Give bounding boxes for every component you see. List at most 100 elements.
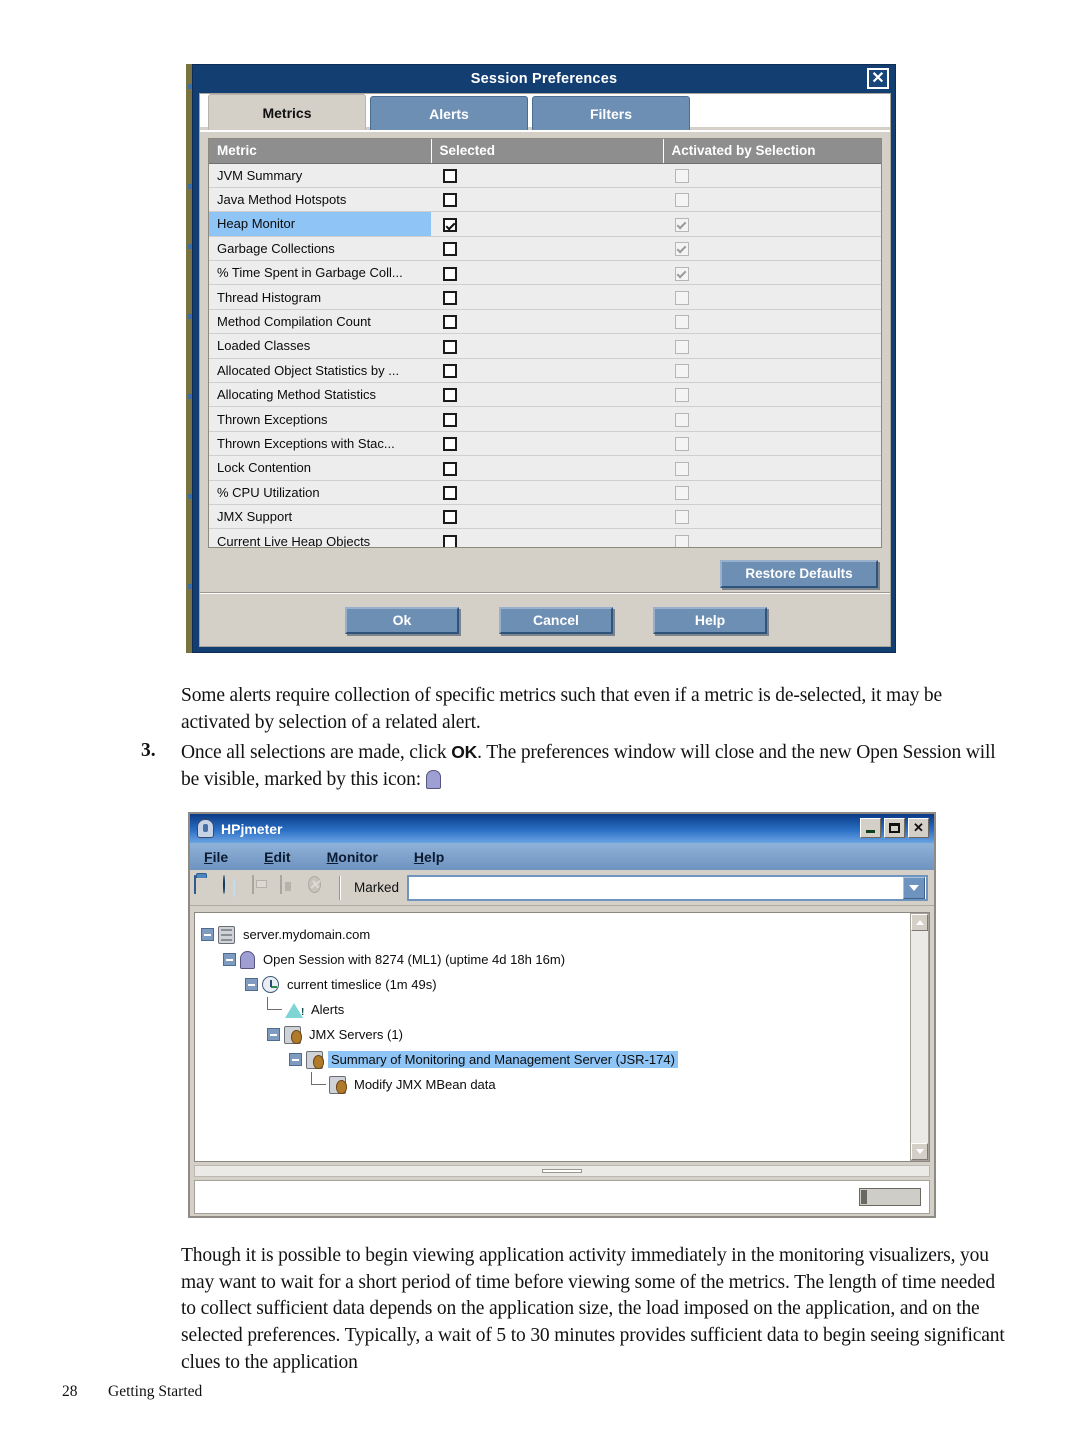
marked-combobox[interactable]: [407, 874, 928, 901]
table-row[interactable]: Thrown Exceptions with Stac...: [209, 431, 881, 457]
activated-checkbox-cell: [663, 333, 881, 359]
tab-filters[interactable]: Filters: [532, 96, 690, 130]
column-header-activated[interactable]: Activated by Selection: [663, 139, 881, 164]
tree-vertical-scrollbar[interactable]: [910, 913, 929, 1161]
status-indicator: [859, 1188, 921, 1206]
activated-checkbox: [675, 364, 689, 379]
table-row[interactable]: % CPU Utilization: [209, 480, 881, 505]
menu-monitor[interactable]: Monitor: [327, 849, 378, 865]
selected-checkbox-cell: [431, 309, 663, 335]
collapse-toggle-icon[interactable]: [267, 1028, 280, 1041]
selected-checkbox[interactable]: [443, 388, 457, 403]
table-row[interactable]: JMX Support: [209, 504, 881, 530]
selected-checkbox-cell: [431, 504, 663, 530]
column-header-selected[interactable]: Selected: [431, 139, 664, 164]
server-icon: [218, 925, 235, 944]
selected-checkbox[interactable]: [443, 364, 457, 379]
tab-bar: Metrics Alerts Filters: [200, 94, 890, 130]
table-row[interactable]: Thrown Exceptions: [209, 406, 881, 432]
selected-checkbox-cell: [431, 284, 663, 310]
arch-icon: [240, 950, 255, 969]
metrics-table: Metric Selected Activated by Selection J…: [209, 139, 881, 547]
selected-checkbox[interactable]: [443, 412, 457, 427]
selected-checkbox[interactable]: [443, 193, 457, 208]
column-header-metric[interactable]: Metric: [209, 139, 432, 164]
selected-checkbox[interactable]: [443, 510, 457, 525]
activated-checkbox: [675, 168, 689, 183]
collapse-toggle-icon[interactable]: [223, 953, 236, 966]
tree-elbow-line: [267, 997, 282, 1010]
selected-checkbox[interactable]: [443, 486, 457, 501]
table-row[interactable]: Java Method Hotspots: [209, 187, 881, 213]
tree-item[interactable]: Open Session with 8274 (ML1) (uptime 4d …: [201, 947, 929, 972]
activated-checkbox-cell: [663, 406, 881, 432]
tab-alerts[interactable]: Alerts: [370, 96, 528, 130]
table-row[interactable]: Allocating Method Statistics: [209, 382, 881, 408]
cancel-button[interactable]: Cancel: [499, 606, 613, 634]
selected-checkbox[interactable]: [443, 315, 457, 330]
selected-checkbox[interactable]: [443, 534, 457, 547]
tree-item-label: JMX Servers (1): [309, 1027, 403, 1042]
jmx-icon: [329, 1075, 347, 1094]
selected-checkbox[interactable]: [443, 461, 457, 476]
restore-defaults-button[interactable]: Restore Defaults: [720, 560, 878, 588]
minimize-icon[interactable]: [860, 818, 881, 838]
table-row[interactable]: Current Live Heap Objects: [209, 528, 881, 547]
tree-item[interactable]: server.mydomain.com: [201, 922, 929, 947]
table-row[interactable]: % Time Spent in Garbage Coll...: [209, 260, 881, 286]
selected-checkbox[interactable]: [443, 339, 457, 354]
help-button[interactable]: Help: [653, 606, 767, 634]
menu-monitor-mnemonic: M: [326, 848, 339, 865]
selected-checkbox[interactable]: [443, 290, 457, 305]
table-row[interactable]: Loaded Classes: [209, 333, 881, 359]
activated-checkbox: [675, 510, 689, 525]
menu-edit[interactable]: Edit: [264, 849, 290, 865]
close-icon[interactable]: ✕: [867, 68, 889, 89]
activated-checkbox-cell: [663, 211, 881, 237]
menu-help[interactable]: Help: [414, 849, 444, 865]
activated-checkbox: [675, 193, 689, 208]
table-row[interactable]: Garbage Collections: [209, 236, 881, 262]
export-icon: [278, 874, 302, 900]
tree-item-label: Modify JMX MBean data: [354, 1077, 496, 1092]
collapse-toggle-icon[interactable]: [289, 1053, 302, 1066]
tree-item[interactable]: Modify JMX MBean data: [201, 1072, 929, 1097]
menu-monitor-rest: onitor: [338, 848, 378, 865]
globe-icon[interactable]: [222, 874, 246, 900]
jmx-icon: [284, 1025, 302, 1044]
table-row[interactable]: Allocated Object Statistics by ...: [209, 358, 881, 384]
selected-checkbox-cell: [431, 431, 663, 457]
maximize-icon[interactable]: [884, 818, 905, 838]
tree-item-label: Alerts: [311, 1002, 345, 1017]
selected-checkbox[interactable]: [443, 168, 457, 183]
splitter-handle[interactable]: [194, 1165, 930, 1177]
tree-item[interactable]: JMX Servers (1): [201, 1022, 929, 1047]
table-row[interactable]: Heap Monitor: [209, 211, 881, 237]
menu-file-mnemonic: F: [204, 848, 213, 865]
selected-checkbox[interactable]: [443, 437, 457, 452]
selected-checkbox[interactable]: [443, 217, 457, 232]
scroll-down-icon[interactable]: [911, 1143, 928, 1160]
activated-checkbox: [675, 534, 689, 547]
close-icon[interactable]: ✕: [908, 818, 929, 838]
open-folder-icon[interactable]: [194, 874, 218, 900]
table-row[interactable]: JVM Summary: [209, 163, 881, 188]
ok-button[interactable]: Ok: [345, 606, 459, 634]
table-row[interactable]: Lock Contention: [209, 455, 881, 481]
selected-checkbox[interactable]: [443, 242, 457, 257]
chevron-down-icon[interactable]: [903, 876, 925, 899]
tree-item[interactable]: Summary of Monitoring and Management Ser…: [201, 1047, 929, 1072]
menu-file[interactable]: File: [204, 849, 228, 865]
selected-checkbox-cell: [431, 382, 663, 408]
scroll-up-icon[interactable]: [911, 914, 928, 931]
selected-checkbox-cell: [431, 163, 663, 188]
tree-item[interactable]: Alerts: [201, 997, 929, 1022]
table-row[interactable]: Method Compilation Count: [209, 309, 881, 335]
toolbar-separator: [339, 875, 341, 900]
collapse-toggle-icon[interactable]: [245, 978, 258, 991]
selected-checkbox[interactable]: [443, 266, 457, 281]
collapse-toggle-icon[interactable]: [201, 928, 214, 941]
tab-metrics[interactable]: Metrics: [208, 94, 366, 130]
tree-item[interactable]: current timeslice (1m 49s): [201, 972, 929, 997]
table-row[interactable]: Thread Histogram: [209, 284, 881, 310]
